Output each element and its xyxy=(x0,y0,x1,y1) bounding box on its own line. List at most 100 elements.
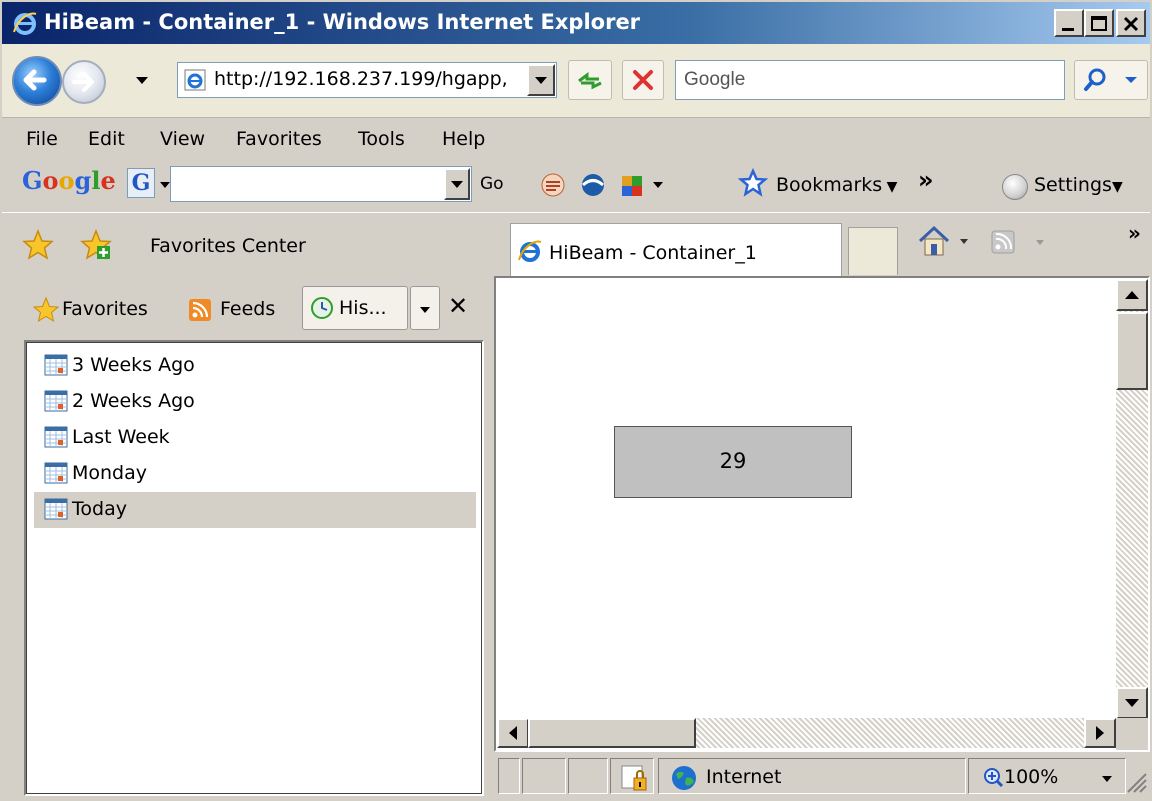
navigation-bar: http://192.168.237.199/hgapp, Google xyxy=(2,44,1150,118)
chevron-down-icon[interactable] xyxy=(1102,776,1112,782)
horizontal-scroll-thumb[interactable] xyxy=(528,718,696,748)
calendar-icon xyxy=(44,354,68,376)
chevron-down-icon xyxy=(451,181,463,188)
search-button[interactable] xyxy=(1074,60,1148,100)
menu-tools[interactable]: Tools xyxy=(358,128,405,150)
history-item-label: 2 Weeks Ago xyxy=(72,390,195,412)
menu-edit[interactable]: Edit xyxy=(88,128,125,150)
refresh-button[interactable] xyxy=(568,60,612,100)
address-dropdown-button[interactable] xyxy=(527,64,555,96)
status-panel xyxy=(522,758,566,794)
google-search-dropdown[interactable] xyxy=(444,168,470,200)
stop-icon xyxy=(633,70,653,90)
history-tab[interactable]: His... xyxy=(302,286,408,330)
history-view-dropdown[interactable] xyxy=(410,286,440,330)
scroll-right-button[interactable] xyxy=(1084,718,1116,748)
settings-icon[interactable] xyxy=(1002,174,1028,200)
history-item-label: Last Week xyxy=(72,426,170,448)
tab-overflow-button[interactable]: » xyxy=(1128,221,1141,245)
google-logo[interactable]: Google xyxy=(22,166,116,195)
chevron-down-icon xyxy=(535,77,547,84)
history-item-today[interactable]: Today xyxy=(34,492,476,528)
arrow-down-icon xyxy=(1125,699,1139,707)
history-tab-label: His... xyxy=(339,297,387,319)
scroll-left-button[interactable] xyxy=(497,718,529,748)
status-panel xyxy=(498,758,520,794)
favorites-star-icon xyxy=(32,296,60,323)
history-item-last-week[interactable]: Last Week xyxy=(34,420,476,456)
google-menu-button[interactable]: G xyxy=(127,168,155,198)
bookmarks-star-icon[interactable] xyxy=(738,168,768,198)
google-toolbar: Google G Go Bookmarks ▼ » Settings▼ xyxy=(2,158,1150,210)
favorites-tab[interactable]: Favorites xyxy=(62,298,148,320)
menu-file[interactable]: File xyxy=(26,128,58,150)
tab-hibeam-container[interactable]: HiBeam - Container_1 xyxy=(510,223,842,277)
title-bar[interactable]: HiBeam - Container_1 - Windows Internet … xyxy=(0,0,1152,44)
menu-help[interactable]: Help xyxy=(442,128,485,150)
zoom-icon xyxy=(984,768,1004,788)
window-title: HiBeam - Container_1 - Windows Internet … xyxy=(44,10,641,34)
address-field[interactable]: http://192.168.237.199/hgapp, xyxy=(177,62,557,98)
chevron-down-icon xyxy=(420,307,430,313)
new-tab-button[interactable] xyxy=(848,227,898,275)
favorites-pane-tabs: Favorites Feeds His... ✕ xyxy=(2,276,492,338)
zone-panel[interactable] xyxy=(658,758,966,794)
history-item-2-weeks-ago[interactable]: 2 Weeks Ago xyxy=(34,384,476,420)
puzzle-icon[interactable] xyxy=(618,170,648,200)
google-search-input[interactable] xyxy=(170,166,472,202)
favorites-center-label[interactable]: Favorites Center xyxy=(150,235,306,257)
address-url: http://192.168.237.199/hgapp, xyxy=(214,68,508,90)
history-item-monday[interactable]: Monday xyxy=(34,456,476,492)
go-button[interactable]: Go xyxy=(480,174,504,194)
calendar-icon xyxy=(44,426,68,448)
scroll-up-button[interactable] xyxy=(1116,279,1148,311)
menu-favorites[interactable]: Favorites xyxy=(236,128,322,150)
forward-button[interactable] xyxy=(62,60,106,104)
feeds-rss-icon xyxy=(189,299,211,321)
news-icon[interactable] xyxy=(538,170,568,200)
bookmarks-button[interactable]: Bookmarks ▼ xyxy=(776,174,897,196)
forward-arrow-icon xyxy=(72,72,94,92)
search-input[interactable]: Google xyxy=(675,60,1065,100)
history-item-label: 3 Weeks Ago xyxy=(72,354,195,376)
favorites-center-star-icon[interactable] xyxy=(22,229,54,261)
status-bar: Internet 100% xyxy=(494,752,1152,801)
globe-icon[interactable] xyxy=(578,170,608,200)
chevron-down-icon[interactable] xyxy=(652,180,664,190)
internet-globe-icon xyxy=(672,766,696,790)
settings-button[interactable]: Settings▼ xyxy=(1034,174,1123,196)
toolbar-overflow-button[interactable]: » xyxy=(918,166,934,194)
add-to-favorites-icon[interactable] xyxy=(80,229,112,261)
vertical-scroll-thumb[interactable] xyxy=(1116,312,1148,390)
close-window-button[interactable] xyxy=(1116,9,1146,37)
minimize-button[interactable] xyxy=(1054,9,1084,37)
maximize-button[interactable] xyxy=(1084,9,1114,37)
feeds-icon[interactable] xyxy=(990,229,1060,257)
home-icon[interactable] xyxy=(916,223,976,259)
page-content[interactable] xyxy=(494,276,1150,752)
history-item-3-weeks-ago[interactable]: 3 Weeks Ago xyxy=(34,348,476,384)
settings-label: Settings xyxy=(1034,174,1112,196)
menu-view[interactable]: View xyxy=(160,128,205,150)
chevron-down-icon: ▼ xyxy=(1111,179,1123,195)
value-text: 29 xyxy=(719,449,747,473)
security-lock-icon[interactable] xyxy=(620,764,654,792)
resize-grip-icon[interactable] xyxy=(1124,770,1148,794)
chevron-down-icon[interactable] xyxy=(160,182,170,188)
security-zone-label: Internet xyxy=(706,766,782,788)
menu-bar: File Edit View Favorites Tools Help xyxy=(2,120,1150,158)
scroll-down-button[interactable] xyxy=(1116,687,1148,719)
search-icon xyxy=(1084,68,1137,91)
stop-button[interactable] xyxy=(622,60,664,100)
maximize-icon xyxy=(1091,16,1107,31)
recent-pages-dropdown-icon[interactable] xyxy=(136,77,148,84)
close-pane-button[interactable]: ✕ xyxy=(448,292,468,320)
arrow-up-icon xyxy=(1125,291,1139,299)
close-icon xyxy=(1123,16,1139,32)
back-button[interactable] xyxy=(12,56,62,106)
scrollbar-corner xyxy=(1116,718,1148,750)
value-display: 29 xyxy=(614,426,852,498)
feeds-tab[interactable]: Feeds xyxy=(220,298,275,320)
calendar-icon xyxy=(44,498,68,520)
history-item-label: Today xyxy=(72,498,127,520)
